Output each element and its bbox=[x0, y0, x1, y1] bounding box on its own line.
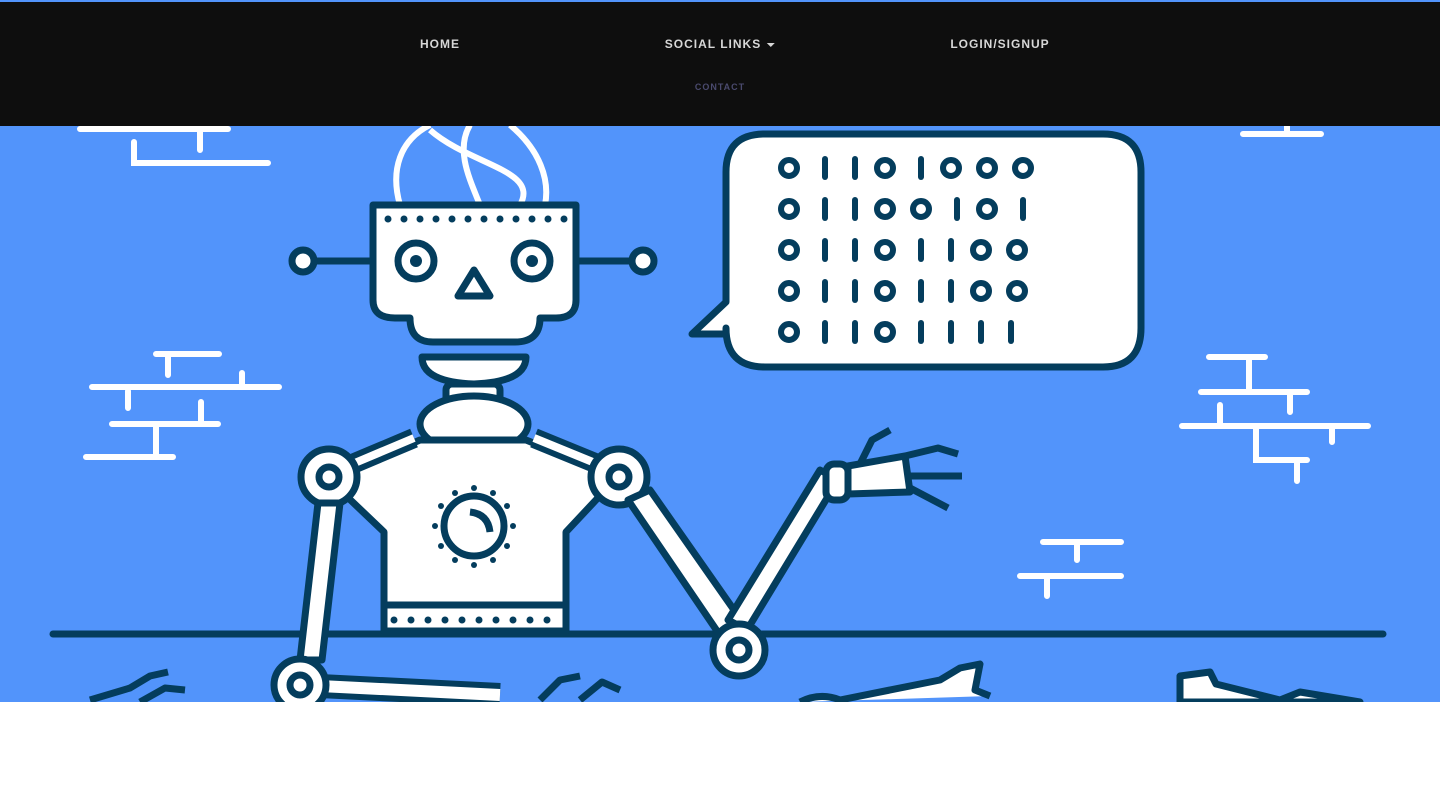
nav-login-signup-link[interactable]: LOGIN/SIGNUP bbox=[950, 37, 1049, 51]
wires bbox=[393, 122, 550, 207]
nav-contact-link[interactable]: CONTACT bbox=[695, 82, 745, 92]
nav-social-links-label: SOCIAL LINKS bbox=[664, 37, 762, 51]
top-navbar: HOME SOCIAL LINKS LOGIN/SIGNUP CONTACT bbox=[0, 2, 1440, 126]
speech-bubble bbox=[688, 130, 1145, 371]
nav-home-link[interactable]: HOME bbox=[420, 37, 460, 51]
nav-social-links-dropdown[interactable]: SOCIAL LINKS bbox=[664, 37, 776, 51]
caret-down-icon bbox=[767, 42, 776, 47]
